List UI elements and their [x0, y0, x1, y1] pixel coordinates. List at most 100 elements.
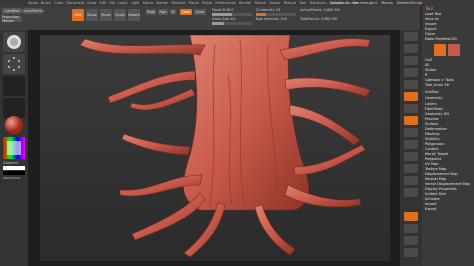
- tray-item[interactable]: All: [425, 63, 471, 67]
- menu-item[interactable]: Stroke: [269, 1, 280, 5]
- viewport[interactable]: [28, 30, 400, 266]
- move-view-button[interactable]: [404, 164, 418, 173]
- menu-item[interactable]: Movie: [189, 1, 199, 5]
- secondary-color-swatch[interactable]: [3, 171, 25, 175]
- floor-button[interactable]: [404, 104, 418, 113]
- tray-item[interactable]: SubTool: [425, 90, 471, 94]
- tray-item[interactable]: Unified Skin: [425, 192, 471, 196]
- menu-item[interactable]: Macro: [143, 1, 154, 5]
- tray-item[interactable]: R: [425, 73, 471, 77]
- see-through-slider[interactable]: See-through 0: [353, 1, 378, 5]
- brush-thumbnail[interactable]: [3, 32, 25, 52]
- menu-item[interactable]: Document: [66, 1, 84, 5]
- tray-item[interactable]: Initialize: [425, 197, 471, 201]
- default-script-button[interactable]: DefaultZScript: [397, 1, 422, 5]
- tray-item[interactable]: Save As: [425, 17, 471, 21]
- tray-item[interactable]: Export: [425, 27, 471, 31]
- stroke-thumbnail[interactable]: [3, 54, 25, 74]
- lsym-button[interactable]: [404, 128, 418, 137]
- projection-master-button[interactable]: Projection Master: [2, 15, 22, 23]
- tray-item[interactable]: Display Properties: [425, 187, 471, 191]
- tray-item[interactable]: Import: [425, 202, 471, 206]
- z-intensity-slider[interactable]: [256, 13, 296, 16]
- menu-item[interactable]: Edit: [100, 1, 107, 5]
- alpha-thumbnail[interactable]: [3, 76, 25, 96]
- spix-button[interactable]: [404, 44, 418, 53]
- menu-item[interactable]: Alpha: [28, 1, 38, 5]
- color-picker[interactable]: [3, 137, 25, 159]
- tray-item[interactable]: Polygroups: [425, 142, 471, 146]
- main-color-swatch[interactable]: [3, 166, 25, 170]
- edit-button[interactable]: Edit: [72, 9, 84, 21]
- scroll-button[interactable]: [404, 56, 418, 65]
- bpr-button[interactable]: [404, 32, 418, 41]
- tray-item[interactable]: Geometry HD: [425, 112, 471, 116]
- tray-item[interactable]: Visibility: [425, 137, 471, 141]
- tray-item[interactable]: Polypaint: [425, 157, 471, 161]
- tray-item[interactable]: Geometry: [425, 96, 471, 100]
- polyf-button[interactable]: [404, 212, 418, 221]
- tray-item[interactable]: GoZ: [425, 58, 471, 62]
- menu-item[interactable]: Stencil: [254, 1, 266, 5]
- tray-item[interactable]: Masking: [425, 132, 471, 136]
- menu-item[interactable]: Tool: [299, 1, 306, 5]
- zsub-button[interactable]: Zsub: [194, 9, 206, 15]
- focal-shift-slider[interactable]: [212, 13, 252, 16]
- transp-button[interactable]: [404, 224, 418, 233]
- tray-item[interactable]: UV Map: [425, 162, 471, 166]
- actual-button[interactable]: [404, 80, 418, 89]
- zadd-button[interactable]: Zadd: [180, 9, 192, 15]
- menu-item[interactable]: Light: [131, 1, 140, 5]
- tray-item[interactable]: Lightbox > Tools: [425, 78, 471, 82]
- material-thumbnail[interactable]: [3, 114, 25, 134]
- tray-item[interactable]: FiberMesh: [425, 107, 471, 111]
- tray-item[interactable]: Morph Target: [425, 152, 471, 156]
- persp-button[interactable]: [404, 92, 418, 101]
- ghost-button[interactable]: [404, 236, 418, 245]
- tray-item[interactable]: Displacement Map: [425, 172, 471, 176]
- document-canvas[interactable]: [40, 34, 390, 261]
- menu-item[interactable]: Color: [54, 1, 63, 5]
- draw-button[interactable]: Draw: [86, 9, 98, 21]
- m-button[interactable]: M: [170, 9, 176, 15]
- tray-item[interactable]: Layers: [425, 102, 471, 106]
- tray-item[interactable]: Visible: [425, 68, 471, 72]
- rotate-button[interactable]: Rotate: [128, 9, 140, 21]
- lightbox-button[interactable]: LightBox: [2, 8, 22, 14]
- tray-item[interactable]: Texture Map: [425, 167, 471, 171]
- tray-item[interactable]: Tree_trunk 48: [425, 83, 471, 87]
- menu-item[interactable]: Picker: [202, 1, 212, 5]
- zoom-button[interactable]: [404, 68, 418, 77]
- menu-item[interactable]: Draw: [87, 1, 96, 5]
- tool-thumbnail[interactable]: [434, 44, 446, 56]
- menu-item[interactable]: Layer: [118, 1, 128, 5]
- menu-item[interactable]: File: [109, 1, 115, 5]
- menu-item[interactable]: Render: [239, 1, 251, 5]
- tray-item[interactable]: Preview: [425, 117, 471, 121]
- menu-item[interactable]: Brush: [41, 1, 51, 5]
- local-button[interactable]: [404, 116, 418, 125]
- menu-item[interactable]: Material: [171, 1, 185, 5]
- tray-item[interactable]: Surface: [425, 122, 471, 126]
- tray-item[interactable]: Deformation: [425, 127, 471, 131]
- quicksave-button[interactable]: QuickSave: [330, 1, 349, 5]
- tray-item[interactable]: Contact: [425, 147, 471, 151]
- xyz-button[interactable]: [404, 140, 418, 149]
- menu-item[interactable]: Preferences: [215, 1, 236, 5]
- tray-item[interactable]: Load Tool: [425, 12, 471, 16]
- mrgb-button[interactable]: Mrgb: [146, 9, 156, 15]
- gradient-label[interactable]: Gradient: [3, 161, 18, 165]
- menu-item[interactable]: Transform: [309, 1, 326, 5]
- rotate-view-button[interactable]: [404, 188, 418, 197]
- tray-item[interactable]: Vector Displacement Map: [425, 182, 471, 186]
- menus-button[interactable]: Menus: [381, 1, 392, 5]
- tray-item[interactable]: Import: [425, 22, 471, 26]
- tray-item[interactable]: Make PolyMesh3D: [425, 37, 471, 41]
- scale-view-button[interactable]: [404, 176, 418, 185]
- scale-button[interactable]: Scale: [114, 9, 126, 21]
- menu-item[interactable]: Texture: [283, 1, 296, 5]
- switch-color-label[interactable]: SwitchColor: [3, 176, 21, 180]
- tray-item[interactable]: Normal Map: [425, 177, 471, 181]
- tray-item[interactable]: Export: [425, 207, 471, 211]
- menu-item[interactable]: Marker: [156, 1, 168, 5]
